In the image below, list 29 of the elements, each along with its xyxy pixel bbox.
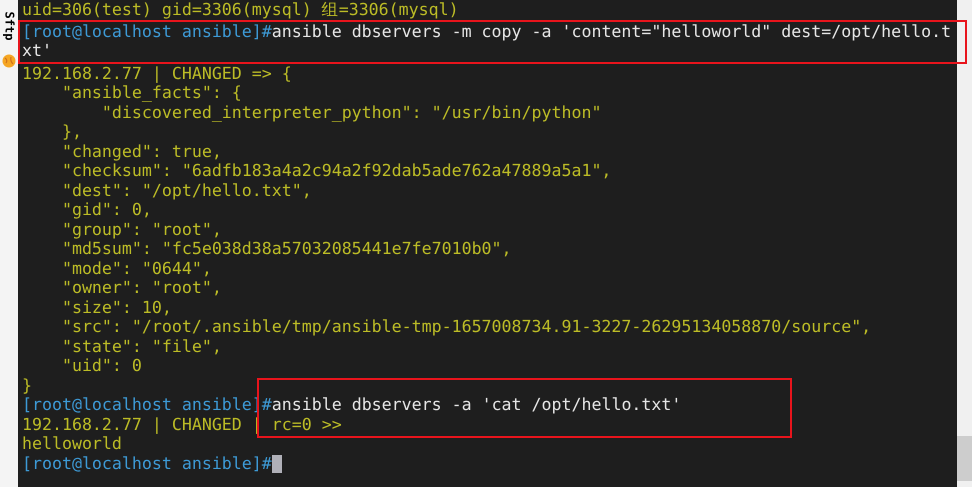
output-text: "uid": 0 — [60, 356, 142, 376]
output-text: "discovered_interpreter_python": "/usr/bin/python" — [100, 102, 602, 122]
shell-prompt: [root@localhost ansible]# — [22, 454, 272, 473]
shell-prompt: [root@localhost ansible]# — [22, 22, 272, 41]
output-text: uid=306(test) gid=3306(mysql) 组=3306(mysql) — [22, 0, 459, 20]
output-text: "group": "root", — [60, 220, 222, 239]
output-text: helloworld — [22, 434, 122, 454]
output-text: }, — [60, 122, 82, 142]
output-text: "mode": "0644", — [60, 258, 212, 278]
output-text: "state": "file", — [60, 336, 222, 356]
output-text: } — [22, 376, 32, 395]
scrollbar-thumb[interactable] — [957, 436, 972, 481]
output-text: "ansible_facts": { — [60, 83, 242, 102]
command-text: ansible dbservers -a 'cat /opt/hello.txt' — [272, 395, 682, 414]
output-text: rc=0 >> — [270, 414, 342, 434]
scrollbar[interactable] — [957, 0, 972, 487]
command-text: ansible dbservers -m copy -a 'content="helloworld" dest=/opt/hello.t — [272, 22, 952, 41]
output-text: "checksum": "6adfb183a4a2c94a2f92dab5ade762a47889a5a1", — [60, 161, 612, 180]
command-text: xt' — [22, 41, 52, 60]
output-text: "gid": 0, — [60, 200, 152, 220]
output-text: "changed": true, — [60, 142, 222, 161]
output-text: 192.168.2.77 | CHANGED => { — [22, 64, 292, 83]
shell-prompt: # — [262, 395, 272, 414]
output-text: "size": 10, — [60, 298, 172, 317]
output-text: "dest": "/opt/hello.txt", — [60, 180, 312, 200]
output-text: "owner": "root", — [60, 278, 222, 298]
output-text: "md5sum": "fc5e038d38a57032085441e7fe7010b0", — [60, 239, 512, 258]
output-text: "src": "/root/.ansible/tmp/ansible-tmp-1657008734.91-3227-26295134058870/source", — [60, 317, 872, 336]
sftp-tab[interactable]: Sftp — [2, 12, 16, 40]
